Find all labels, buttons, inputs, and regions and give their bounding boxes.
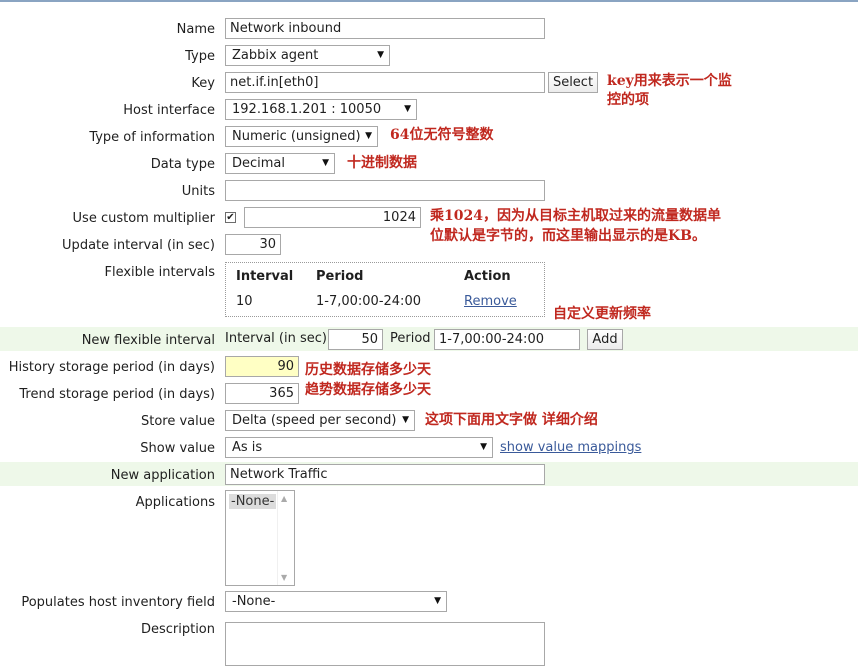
data-type-value: Decimal <box>232 156 286 171</box>
description-textarea[interactable] <box>225 622 545 666</box>
custom-multiplier-label: Use custom multiplier <box>72 211 215 226</box>
scroll-up-icon[interactable]: ▲ <box>281 494 287 503</box>
applications-listbox[interactable]: -None- ▲ ▼ <box>225 490 295 586</box>
new-application-input[interactable]: Network Traffic <box>225 464 545 485</box>
description-label: Description <box>140 622 215 637</box>
data-type-label: Data type <box>150 157 215 172</box>
top-border <box>0 0 858 2</box>
add-flexible-interval-button[interactable]: Add <box>587 329 623 350</box>
flex-row-interval: 10 <box>236 294 253 309</box>
flex-row-remove-link[interactable]: Remove <box>464 294 517 309</box>
applications-scrollbar[interactable]: ▲ ▼ <box>277 491 294 585</box>
store-value-label: Store value <box>140 414 215 429</box>
show-value-select[interactable]: As is ▼ <box>225 437 493 458</box>
type-of-information-label: Type of information <box>89 130 215 145</box>
store-value-select[interactable]: Delta (speed per second) ▼ <box>225 410 415 431</box>
type-of-information-annotation: 64位无符号整数 <box>390 127 494 143</box>
interval-in-sec-label: Interval (in sec) <box>225 331 327 346</box>
flexible-intervals-label: Flexible intervals <box>104 265 216 280</box>
host-interface-value: 192.168.1.201 : 10050 <box>232 102 382 117</box>
key-select-button[interactable]: Select <box>548 72 598 93</box>
flex-header-action: Action <box>464 269 511 284</box>
key-label: Key <box>191 76 215 91</box>
chevron-down-icon: ▼ <box>377 50 384 60</box>
chevron-down-icon: ▼ <box>404 104 411 114</box>
data-type-annotation: 十进制数据 <box>347 155 417 171</box>
update-interval-input[interactable]: 30 <box>225 234 281 255</box>
period-label: Period <box>390 331 431 346</box>
trend-input[interactable]: 365 <box>225 383 299 404</box>
flex-row-period: 1-7,00:00-24:00 <box>316 294 421 309</box>
type-of-information-select[interactable]: Numeric (unsigned) ▼ <box>225 126 378 147</box>
inventory-field-select[interactable]: -None- ▼ <box>225 591 447 612</box>
show-value-label: Show value <box>140 441 215 456</box>
history-label: History storage period (in days) <box>8 360 215 375</box>
type-select[interactable]: Zabbix agent ▼ <box>225 45 390 66</box>
key-input[interactable]: net.if.in[eth0] <box>225 72 545 93</box>
custom-multiplier-checkbox[interactable]: ✔ <box>225 212 236 223</box>
type-label: Type <box>185 49 215 64</box>
history-input[interactable]: 90 <box>225 356 299 377</box>
new-period-input[interactable]: 1-7,00:00-24:00 <box>434 329 580 350</box>
name-input[interactable]: Network inbound <box>225 18 545 39</box>
chevron-down-icon: ▼ <box>402 415 409 425</box>
chevron-down-icon: ▼ <box>365 131 372 141</box>
type-of-information-value: Numeric (unsigned) <box>232 129 361 144</box>
new-interval-input[interactable]: 50 <box>328 329 383 350</box>
units-label: Units <box>181 184 215 199</box>
flex-header-period: Period <box>316 269 364 284</box>
update-interval-label: Update interval (in sec) <box>62 238 215 253</box>
new-flexible-interval-label: New flexible interval <box>81 333 215 348</box>
show-value-mappings-link[interactable]: show value mappings <box>500 440 641 455</box>
flex-annotation: 自定义更新频率 <box>553 306 651 322</box>
chevron-down-icon: ▼ <box>480 442 487 452</box>
show-value-value: As is <box>232 440 263 455</box>
key-annotation-line2: 控的项 <box>607 92 649 108</box>
multiplier-annotation-line1: 乘1024，因为从目标主机取过来的流量数据单 <box>430 208 721 224</box>
chevron-down-icon: ▼ <box>322 158 329 168</box>
multiplier-annotation-line2: 位默认是字节的，而这里输出显示的是KB。 <box>430 228 706 244</box>
host-interface-select[interactable]: 192.168.1.201 : 10050 ▼ <box>225 99 417 120</box>
name-label: Name <box>176 22 215 37</box>
new-application-label: New application <box>110 468 215 483</box>
trend-label: Trend storage period (in days) <box>19 387 215 402</box>
store-value-value: Delta (speed per second) <box>232 413 397 428</box>
store-value-annotation: 这项下面用文字做 详细介绍 <box>425 412 598 428</box>
applications-option[interactable]: -None- <box>229 494 277 509</box>
custom-multiplier-input[interactable]: 1024 <box>244 207 421 228</box>
scroll-down-icon[interactable]: ▼ <box>281 573 287 582</box>
flex-header-interval: Interval <box>236 269 294 284</box>
inventory-field-label: Populates host inventory field <box>21 595 215 610</box>
applications-label: Applications <box>135 495 215 510</box>
units-input[interactable] <box>225 180 545 201</box>
flexible-intervals-table: Interval Period Action 10 1-7,00:00-24:0… <box>225 262 545 317</box>
key-annotation-line1: key用来表示一个监 <box>607 73 732 89</box>
data-type-select[interactable]: Decimal ▼ <box>225 153 335 174</box>
trend-annotation: 趋势数据存储多少天 <box>305 382 431 398</box>
history-annotation: 历史数据存储多少天 <box>305 362 431 378</box>
inventory-field-value: -None- <box>232 594 276 609</box>
type-select-value: Zabbix agent <box>232 48 319 63</box>
host-interface-label: Host interface <box>123 103 215 118</box>
chevron-down-icon: ▼ <box>434 596 441 606</box>
